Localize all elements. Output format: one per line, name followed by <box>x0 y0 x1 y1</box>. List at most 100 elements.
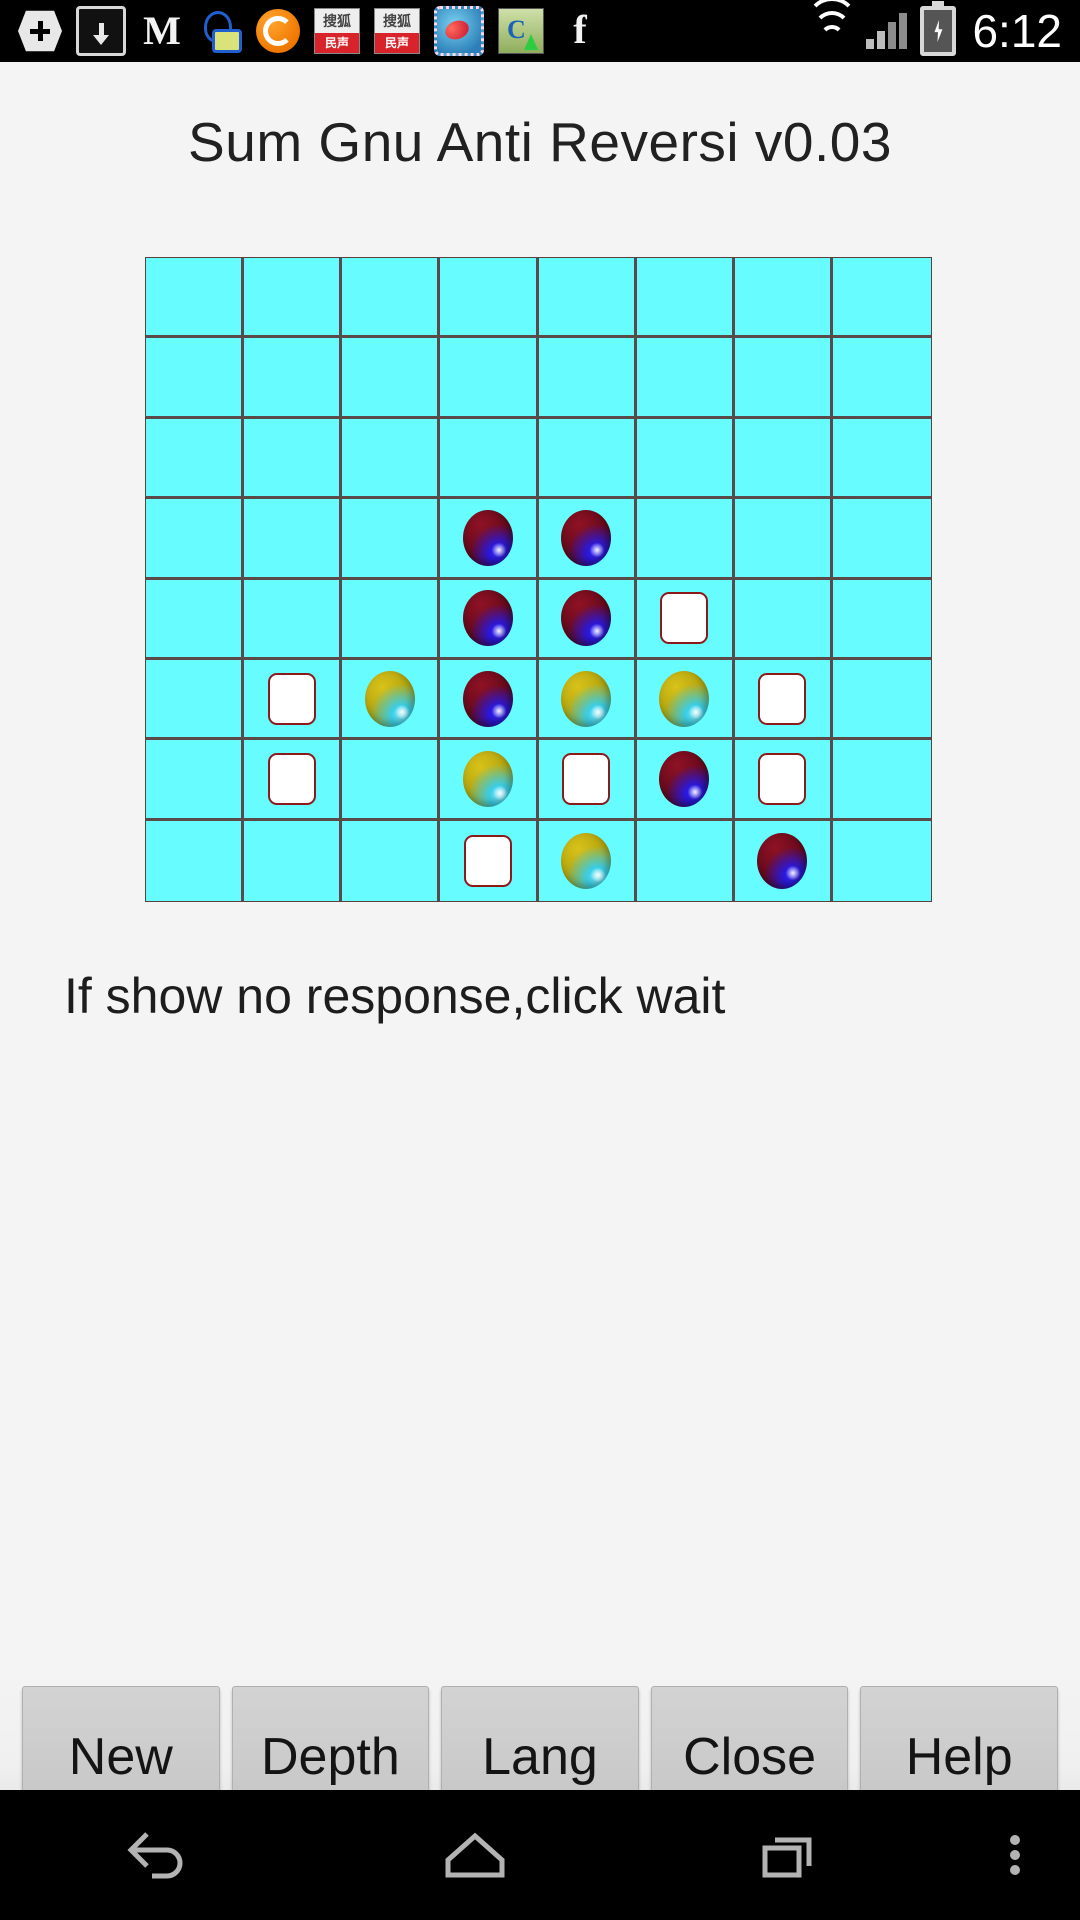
board-cell-r1-c4[interactable] <box>539 338 637 418</box>
board-cell-r3-c3[interactable] <box>440 499 538 579</box>
board-cell-r6-c6[interactable] <box>735 740 833 820</box>
legal-move-marker <box>268 753 316 805</box>
board-cell-r1-c5[interactable] <box>637 338 735 418</box>
back-arrow-icon <box>121 1826 195 1884</box>
board-cell-r2-c7[interactable] <box>833 419 931 499</box>
sohu-news-icon: 搜狐 民声 <box>314 8 360 54</box>
sohu-icon-top-text: 搜狐 <box>315 9 359 33</box>
nav-overflow-button[interactable] <box>950 1790 1080 1920</box>
board-cell-r7-c3[interactable] <box>440 821 538 901</box>
legal-move-marker <box>268 673 316 725</box>
red-disc <box>561 590 611 646</box>
nav-back-button[interactable] <box>0 1790 317 1920</box>
board-cell-r3-c7[interactable] <box>833 499 931 579</box>
board-cell-r7-c7[interactable] <box>833 821 931 901</box>
board-cell-r5-c4[interactable] <box>539 660 637 740</box>
yellow-disc <box>659 671 709 727</box>
board-cell-r7-c0[interactable] <box>146 821 244 901</box>
candy-crush-icon <box>434 6 484 56</box>
board-cell-r3-c2[interactable] <box>342 499 440 579</box>
reversi-board[interactable] <box>145 257 932 902</box>
board-cell-r6-c0[interactable] <box>146 740 244 820</box>
board-cell-r4-c4[interactable] <box>539 580 637 660</box>
board-cell-r7-c4[interactable] <box>539 821 637 901</box>
board-cell-r0-c4[interactable] <box>539 258 637 338</box>
board-cell-r5-c5[interactable] <box>637 660 735 740</box>
board-cell-r6-c1[interactable] <box>244 740 342 820</box>
status-message: If show no response,click wait <box>64 967 725 1025</box>
board-cell-r3-c1[interactable] <box>244 499 342 579</box>
board-cell-r5-c1[interactable] <box>244 660 342 740</box>
board-cell-r4-c1[interactable] <box>244 580 342 660</box>
page-title: Sum Gnu Anti Reversi v0.03 <box>0 110 1080 174</box>
board-cell-r4-c0[interactable] <box>146 580 244 660</box>
yellow-disc <box>365 671 415 727</box>
board-cell-r7-c6[interactable] <box>735 821 833 901</box>
sohu-icon-bottom-text: 民声 <box>315 33 359 53</box>
board-cell-r0-c7[interactable] <box>833 258 931 338</box>
board-cell-r0-c0[interactable] <box>146 258 244 338</box>
board-cell-r0-c6[interactable] <box>735 258 833 338</box>
yellow-disc <box>561 833 611 889</box>
board-cell-r3-c0[interactable] <box>146 499 244 579</box>
board-cell-r5-c3[interactable] <box>440 660 538 740</box>
orange-sync-icon <box>256 9 300 53</box>
board-cell-r6-c2[interactable] <box>342 740 440 820</box>
sohu-icon-2-top-text: 搜狐 <box>375 9 419 33</box>
board-cell-r2-c4[interactable] <box>539 419 637 499</box>
qq-messenger-icon <box>198 9 242 53</box>
board-cell-r2-c5[interactable] <box>637 419 735 499</box>
board-cell-r6-c4[interactable] <box>539 740 637 820</box>
board-cell-r7-c1[interactable] <box>244 821 342 901</box>
board-cell-r5-c7[interactable] <box>833 660 931 740</box>
board-cell-r4-c2[interactable] <box>342 580 440 660</box>
board-cell-r3-c6[interactable] <box>735 499 833 579</box>
legal-move-marker <box>562 753 610 805</box>
board-cell-r0-c5[interactable] <box>637 258 735 338</box>
nav-recents-button[interactable] <box>633 1790 950 1920</box>
board-cell-r2-c1[interactable] <box>244 419 342 499</box>
board-cell-r5-c0[interactable] <box>146 660 244 740</box>
board-cell-r7-c2[interactable] <box>342 821 440 901</box>
board-cell-r5-c2[interactable] <box>342 660 440 740</box>
legal-move-marker <box>660 592 708 644</box>
plus-badge-icon <box>18 9 62 53</box>
board-cell-r4-c7[interactable] <box>833 580 931 660</box>
board-cell-r6-c5[interactable] <box>637 740 735 820</box>
board-cell-r4-c5[interactable] <box>637 580 735 660</box>
board-cell-r5-c6[interactable] <box>735 660 833 740</box>
board-cell-r7-c5[interactable] <box>637 821 735 901</box>
board-cell-r0-c2[interactable] <box>342 258 440 338</box>
board-cell-r2-c0[interactable] <box>146 419 244 499</box>
status-bar-system-icons: 6:12 <box>808 4 1080 58</box>
board-cell-r4-c6[interactable] <box>735 580 833 660</box>
board-cell-r0-c1[interactable] <box>244 258 342 338</box>
board-cell-r0-c3[interactable] <box>440 258 538 338</box>
board-cell-r1-c1[interactable] <box>244 338 342 418</box>
board-cell-r2-c6[interactable] <box>735 419 833 499</box>
board-cell-r1-c3[interactable] <box>440 338 538 418</box>
android-navigation-bar <box>0 1790 1080 1920</box>
board-cell-r6-c7[interactable] <box>833 740 931 820</box>
battery-charging-icon <box>920 6 956 56</box>
status-bar-clock: 6:12 <box>972 4 1062 58</box>
navigation-app-icon <box>498 8 544 54</box>
board-cell-r1-c7[interactable] <box>833 338 931 418</box>
board-cell-r2-c3[interactable] <box>440 419 538 499</box>
board-cell-r1-c0[interactable] <box>146 338 244 418</box>
yellow-disc <box>561 671 611 727</box>
legal-move-marker <box>758 673 806 725</box>
board-cell-r4-c3[interactable] <box>440 580 538 660</box>
yellow-disc <box>463 751 513 807</box>
legal-move-marker <box>758 753 806 805</box>
board-cell-r1-c2[interactable] <box>342 338 440 418</box>
app-content: Sum Gnu Anti Reversi v0.03 If show no re… <box>0 62 1080 1852</box>
board-cell-r1-c6[interactable] <box>735 338 833 418</box>
board-cell-r3-c4[interactable] <box>539 499 637 579</box>
nav-home-button[interactable] <box>317 1790 634 1920</box>
red-disc <box>561 510 611 566</box>
board-cell-r2-c2[interactable] <box>342 419 440 499</box>
board-cell-r6-c3[interactable] <box>440 740 538 820</box>
red-disc <box>659 751 709 807</box>
board-cell-r3-c5[interactable] <box>637 499 735 579</box>
